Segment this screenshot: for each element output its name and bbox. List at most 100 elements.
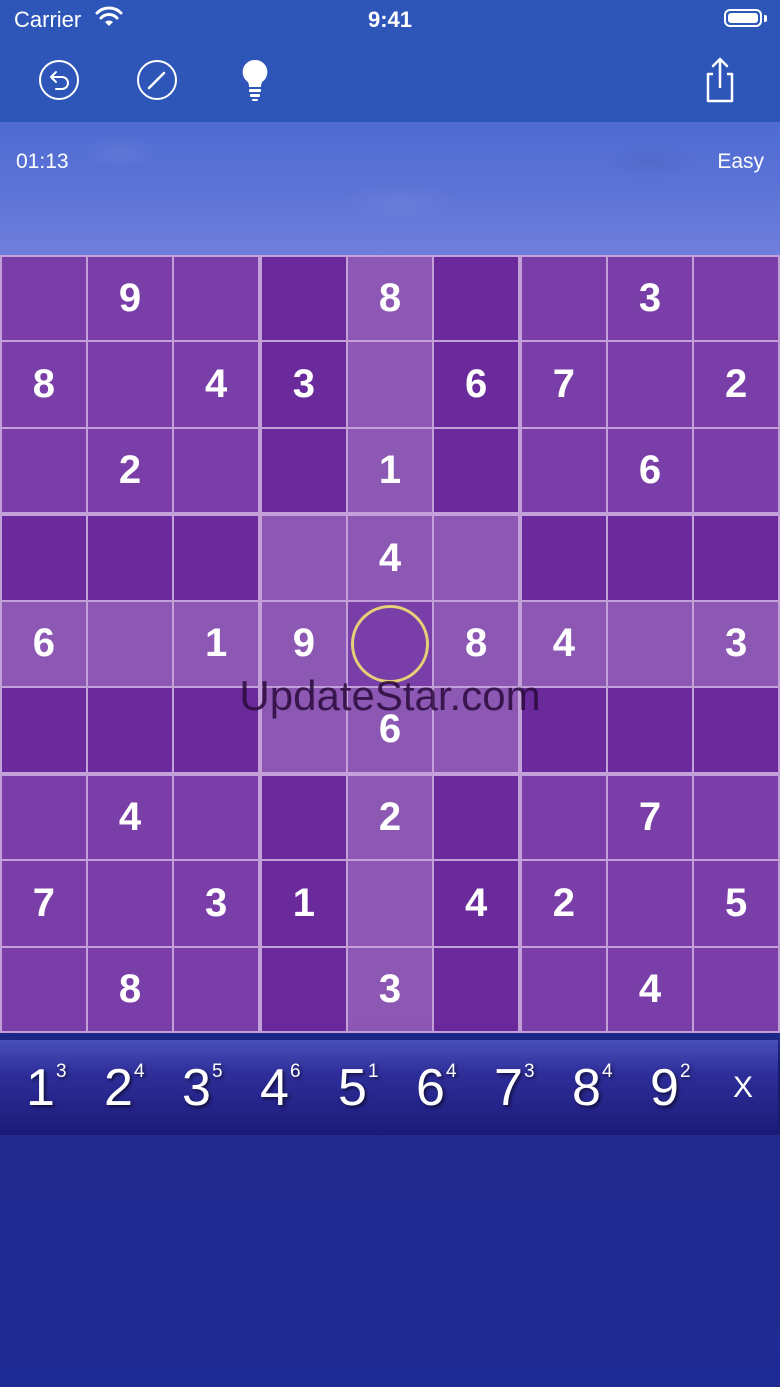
cell-r7-c7[interactable]: [522, 775, 606, 860]
cell-r2-c6[interactable]: 6: [434, 342, 518, 427]
cell-r2-c2[interactable]: [87, 342, 173, 427]
undo-button[interactable]: [35, 56, 83, 104]
cell-r2-c9[interactable]: 2: [694, 342, 778, 427]
cell-r9-c8[interactable]: 4: [607, 947, 693, 1031]
cell-r4-c4[interactable]: [262, 516, 346, 600]
battery-tip: [764, 15, 767, 22]
cell-r5-c6[interactable]: 8: [434, 601, 518, 687]
cell-r4-c2[interactable]: [87, 516, 173, 600]
cell-r8-c4[interactable]: 1: [262, 861, 346, 946]
cell-r9-c1[interactable]: [2, 947, 86, 1031]
cell-r9-c9[interactable]: [694, 947, 778, 1031]
cell-r5-c1[interactable]: 6: [2, 601, 86, 687]
cell-r1-c3[interactable]: [174, 257, 258, 341]
cell-r2-c7[interactable]: 7: [522, 342, 606, 427]
cell-r9-c3[interactable]: [174, 947, 258, 1031]
cell-r4-c7[interactable]: [522, 516, 606, 600]
cell-r6-c2[interactable]: [87, 688, 173, 772]
number-key-8[interactable]: 84: [548, 1040, 626, 1135]
cell-r5-c4[interactable]: 9: [262, 601, 346, 687]
cell-r5-c8[interactable]: [607, 601, 693, 687]
cell-r7-c5[interactable]: 2: [347, 775, 433, 860]
cell-r9-c6[interactable]: [434, 947, 518, 1031]
cell-r1-c7[interactable]: [522, 257, 606, 341]
cell-r9-c5[interactable]: 3: [347, 947, 433, 1031]
cell-r6-c9[interactable]: [694, 688, 778, 772]
cell-r1-c1[interactable]: [2, 257, 86, 341]
cell-r1-c5[interactable]: 8: [347, 257, 433, 341]
cell-r3-c1[interactable]: [2, 428, 86, 513]
cell-r6-c1[interactable]: [2, 688, 86, 772]
cell-r5-c9[interactable]: 3: [694, 601, 778, 687]
number-key-2[interactable]: 24: [80, 1040, 158, 1135]
cell-r8-c2[interactable]: [87, 861, 173, 946]
cell-r4-c3[interactable]: [174, 516, 258, 600]
pencil-button[interactable]: [133, 56, 181, 104]
number-key-7[interactable]: 73: [470, 1040, 548, 1135]
share-button[interactable]: [696, 56, 744, 104]
cell-r8-c8[interactable]: [607, 861, 693, 946]
cell-r7-c4[interactable]: [262, 775, 346, 860]
cell-r6-c3[interactable]: [174, 688, 258, 772]
cell-r7-c9[interactable]: [694, 775, 778, 860]
hint-button[interactable]: [231, 56, 279, 104]
cell-r5-c5[interactable]: [347, 601, 433, 687]
cell-r5-c3[interactable]: 1: [174, 601, 258, 687]
cell-r9-c2[interactable]: 8: [87, 947, 173, 1031]
cell-r3-c6[interactable]: [434, 428, 518, 513]
cell-r4-c8[interactable]: [607, 516, 693, 600]
cell-r7-c2[interactable]: 4: [87, 775, 173, 860]
cell-r6-c5[interactable]: 6: [347, 688, 433, 772]
cell-r8-c9[interactable]: 5: [694, 861, 778, 946]
sudoku-board: 98384367221646198436427731425834: [0, 255, 780, 1033]
cell-r5-c2[interactable]: [87, 601, 173, 687]
cell-r3-c7[interactable]: [522, 428, 606, 513]
cell-r3-c5[interactable]: 1: [347, 428, 433, 513]
cell-r8-c3[interactable]: 3: [174, 861, 258, 946]
cell-r3-c9[interactable]: [694, 428, 778, 513]
cell-r6-c7[interactable]: [522, 688, 606, 772]
cell-r1-c9[interactable]: [694, 257, 778, 341]
cell-r3-c3[interactable]: [174, 428, 258, 513]
cell-r6-c4[interactable]: [262, 688, 346, 772]
cell-r4-c1[interactable]: [2, 516, 86, 600]
cell-r8-c5[interactable]: [347, 861, 433, 946]
clear-button[interactable]: X: [728, 1071, 758, 1105]
cell-r2-c3[interactable]: 4: [174, 342, 258, 427]
cell-r7-c3[interactable]: [174, 775, 258, 860]
cell-r9-c7[interactable]: [522, 947, 606, 1031]
cell-r8-c6[interactable]: 4: [434, 861, 518, 946]
cell-r3-c8[interactable]: 6: [607, 428, 693, 513]
cell-r4-c5[interactable]: 4: [347, 516, 433, 600]
number-key-9[interactable]: 92: [626, 1040, 704, 1135]
cell-r7-c1[interactable]: [2, 775, 86, 860]
cell-r5-c7[interactable]: 4: [522, 601, 606, 687]
cell-r8-c7[interactable]: 2: [522, 861, 606, 946]
status-time: 9:41: [367, 7, 413, 32]
number-key-6[interactable]: 64: [392, 1040, 470, 1135]
cell-r4-c6[interactable]: [434, 516, 518, 600]
cell-r4-c9[interactable]: [694, 516, 778, 600]
cell-r3-c4[interactable]: [262, 428, 346, 513]
cell-r3-c2[interactable]: 2: [87, 428, 173, 513]
cell-r7-c8[interactable]: 7: [607, 775, 693, 860]
cell-r1-c4[interactable]: [262, 257, 346, 341]
cell-r2-c8[interactable]: [607, 342, 693, 427]
cell-r9-c4[interactable]: [262, 947, 346, 1031]
cell-r7-c6[interactable]: [434, 775, 518, 860]
cell-r6-c6[interactable]: [434, 688, 518, 772]
number-key-1[interactable]: 13: [2, 1040, 80, 1135]
cell-r8-c1[interactable]: 7: [2, 861, 86, 946]
cell-r2-c1[interactable]: 8: [2, 342, 86, 427]
cell-r1-c6[interactable]: [434, 257, 518, 341]
cell-r2-c4[interactable]: 3: [262, 342, 346, 427]
cell-r1-c2[interactable]: 9: [87, 257, 173, 341]
number-key-3[interactable]: 35: [158, 1040, 236, 1135]
number-key-5[interactable]: 51: [314, 1040, 392, 1135]
number-key-digit: 6: [416, 1059, 445, 1117]
number-key-4[interactable]: 46: [236, 1040, 314, 1135]
cell-r1-c8[interactable]: 3: [607, 257, 693, 341]
lightbulb-icon: [242, 59, 268, 101]
cell-r6-c8[interactable]: [607, 688, 693, 772]
cell-r2-c5[interactable]: [347, 342, 433, 427]
